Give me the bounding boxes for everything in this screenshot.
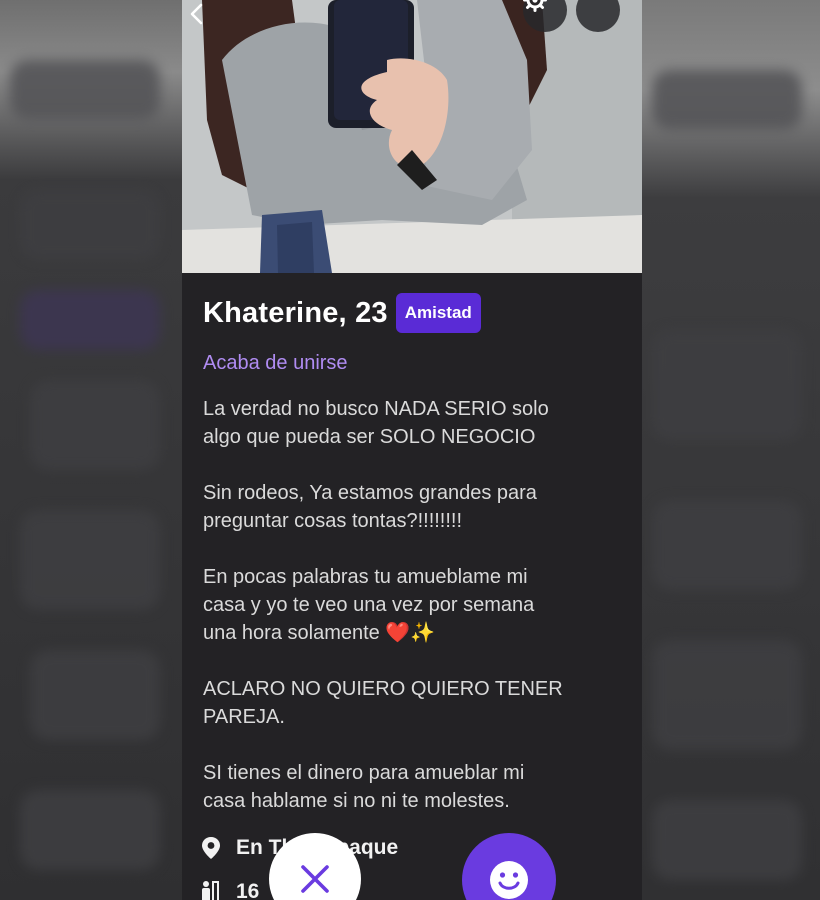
gear-icon bbox=[523, 0, 547, 12]
close-icon bbox=[301, 865, 329, 893]
background-blur-right bbox=[642, 0, 820, 900]
like-button[interactable] bbox=[462, 833, 556, 900]
bio-paragraph: La verdad no busco NADA SERIO solo algo … bbox=[203, 398, 549, 448]
bio-paragraph: Sin rodeos, Ya estamos grandes para preg… bbox=[203, 482, 537, 532]
bio-paragraph: ACLARO NO QUIERO QUIERO TENER PAREJA. bbox=[203, 678, 563, 728]
chevron-left-icon[interactable] bbox=[182, 0, 212, 30]
profile-bio: La verdad no busco NADA SERIO solo algo … bbox=[203, 395, 623, 843]
profile-photo[interactable] bbox=[182, 0, 642, 273]
smiley-icon bbox=[490, 861, 528, 899]
profile-header: Khaterine, 23 Amistad bbox=[203, 293, 481, 333]
height-text: 16 bbox=[236, 880, 260, 900]
profile-photo-illustration bbox=[182, 0, 642, 273]
bio-paragraph: En pocas palabras tu amueblame mi casa y… bbox=[203, 566, 535, 644]
ruler-person-icon bbox=[202, 881, 219, 900]
map-pin-icon bbox=[202, 837, 220, 859]
height-row: 16 bbox=[200, 880, 259, 900]
profile-card: Khaterine, 23 Amistad Acaba de unirse La… bbox=[182, 0, 642, 900]
background-blur-left bbox=[0, 0, 182, 900]
joined-status: Acaba de unirse bbox=[203, 352, 348, 374]
profile-name-age: Khaterine, 23 bbox=[203, 296, 388, 329]
relationship-badge: Amistad bbox=[395, 293, 481, 333]
bio-paragraph: SI tienes el dinero para amueblar mi cas… bbox=[203, 762, 525, 812]
